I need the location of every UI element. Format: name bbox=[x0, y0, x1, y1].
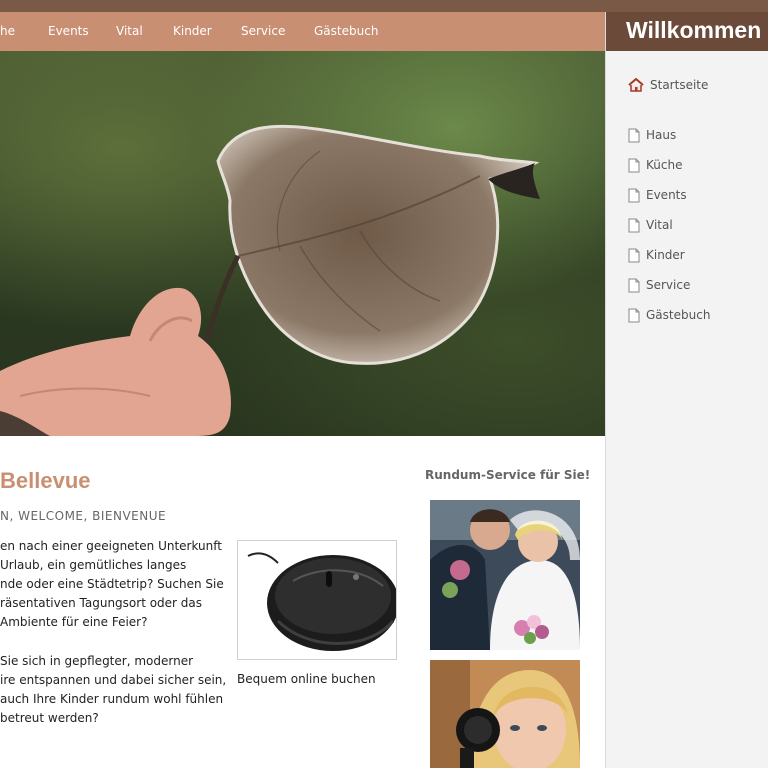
home-icon bbox=[628, 78, 644, 92]
sidebar-header: Willkommen bbox=[606, 12, 768, 51]
page-subtitle: N, WELCOME, BIENVENUE bbox=[0, 509, 167, 523]
sidebar-item-vital[interactable]: Vital bbox=[628, 216, 673, 234]
wedding-couple-illustration bbox=[430, 500, 580, 650]
page-icon bbox=[628, 128, 640, 142]
sidebar-item-label: Events bbox=[646, 188, 687, 202]
page-icon bbox=[628, 308, 640, 322]
nav-item-service[interactable]: Service bbox=[241, 24, 285, 38]
sidebar-item-kinder[interactable]: Kinder bbox=[628, 246, 685, 264]
page-icon bbox=[628, 158, 640, 172]
nav-item-events[interactable]: Events bbox=[48, 24, 89, 38]
intro-line: en nach einer geeigneten Unterkunft bbox=[0, 539, 222, 553]
sidebar-item-label: Service bbox=[646, 278, 691, 292]
intro-line: nde oder eine Städtetrip? Suchen Sie bbox=[0, 577, 224, 591]
sidebar-item-gaestebuch[interactable]: Gästebuch bbox=[628, 306, 710, 324]
online-booking-image[interactable] bbox=[237, 540, 397, 660]
top-strip bbox=[0, 0, 768, 12]
intro-line: Sie sich in gepflegter, moderner bbox=[0, 654, 194, 668]
main-nav: he Events Vital Kinder Service Gästebuch bbox=[0, 12, 605, 51]
sidebar-item-startseite[interactable]: Startseite bbox=[628, 76, 708, 94]
page-title: Bellevue bbox=[0, 468, 91, 493]
sidebar-item-haus[interactable]: Haus bbox=[628, 126, 676, 144]
service-title: Rundum-Service für Sie! bbox=[425, 468, 591, 482]
sidebar-item-kueche[interactable]: Küche bbox=[628, 156, 682, 174]
intro-line: ire entspannen und dabei sicher sein, bbox=[0, 673, 227, 687]
hero-image bbox=[0, 51, 605, 436]
sidebar-item-label: Küche bbox=[646, 158, 683, 172]
nav-item-kueche[interactable]: he bbox=[0, 24, 15, 38]
intro-line: auch Ihre Kinder rundum wohl fühlen bbox=[0, 692, 224, 706]
intro-line: Urlaub, ein gemütliches langes bbox=[0, 558, 187, 572]
sidebar-item-label: Kinder bbox=[646, 248, 685, 262]
woman-with-mirror-illustration bbox=[430, 660, 580, 768]
sidebar-item-label: Haus bbox=[646, 128, 677, 142]
sidebar-item-label: Vital bbox=[646, 218, 673, 232]
nav-item-gaestebuch[interactable]: Gästebuch bbox=[314, 24, 378, 38]
page-icon bbox=[628, 188, 640, 202]
sidebar-item-events[interactable]: Events bbox=[628, 186, 687, 204]
page-icon bbox=[628, 218, 640, 232]
online-booking-caption[interactable]: Bequem online buchen bbox=[237, 672, 376, 686]
sidebar: Willkommen Startseite Haus Küche Events … bbox=[605, 12, 768, 768]
wedding-photo[interactable] bbox=[430, 500, 580, 650]
page-icon bbox=[628, 278, 640, 292]
intro-line: räsentativen Tagungsort oder das bbox=[0, 596, 203, 610]
nav-item-kinder[interactable]: Kinder bbox=[173, 24, 212, 38]
intro-line: betreut werden? bbox=[0, 711, 99, 725]
sidebar-item-label: Gästebuch bbox=[646, 308, 711, 322]
frosted-leaf-illustration bbox=[0, 124, 540, 436]
sidebar-item-label: Startseite bbox=[650, 78, 709, 92]
sidebar-item-service[interactable]: Service bbox=[628, 276, 690, 294]
nav-item-vital[interactable]: Vital bbox=[116, 24, 143, 38]
beauty-photo[interactable] bbox=[430, 660, 580, 768]
page-icon bbox=[628, 248, 640, 262]
intro-line: Ambiente für eine Feier? bbox=[0, 615, 148, 629]
computer-mouse-icon bbox=[247, 552, 396, 651]
